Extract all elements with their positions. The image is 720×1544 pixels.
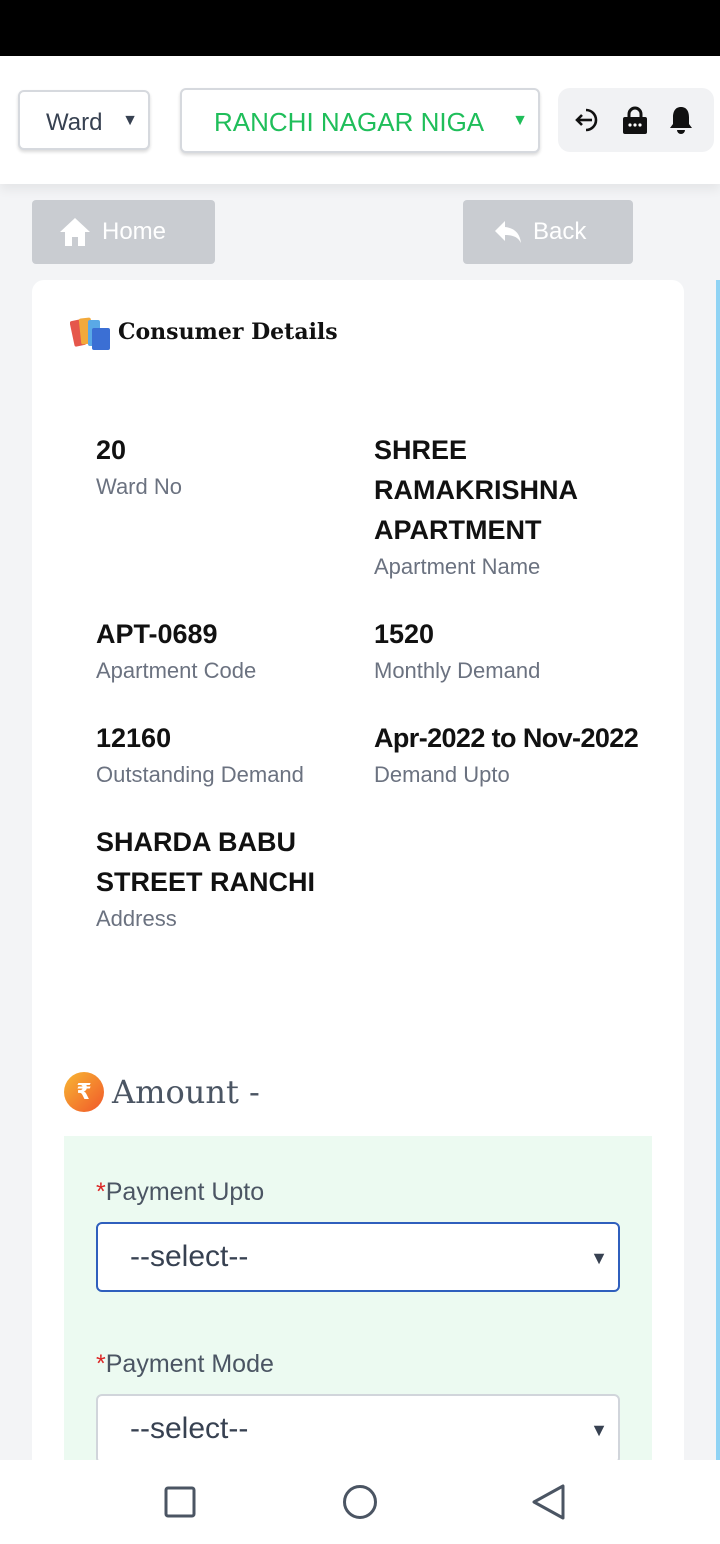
apartment-code-field: APT-0689 Apartment Code [96, 614, 366, 688]
apartment-code-label: Apartment Code [96, 658, 257, 683]
home-icon [60, 218, 90, 246]
payment-upto-label: *Payment Upto [96, 1178, 264, 1207]
home-button[interactable]: Home [32, 200, 215, 264]
ulb-select-value: RANCHI NAGAR NIGAM [214, 107, 486, 137]
books-icon [70, 317, 110, 350]
scrollbar[interactable] [716, 280, 720, 1460]
ward-select[interactable]: Ward ▼ [18, 90, 150, 150]
monthly-demand-field: 1520 Monthly Demand [374, 614, 664, 688]
required-mark: * [96, 1178, 106, 1206]
android-nav-bar [0, 1460, 720, 1544]
logout-icon[interactable] [566, 88, 612, 152]
ward-select-value: Ward [46, 109, 103, 136]
card-header: Consumer Details [70, 312, 338, 352]
amount-header: ₹ Amount - [64, 1072, 260, 1112]
chevron-down-icon: ▼ [512, 112, 528, 129]
monthly-demand-label: Monthly Demand [374, 658, 541, 683]
demand-upto-label: Demand Upto [374, 762, 510, 787]
back-button[interactable]: Back [463, 200, 633, 264]
lock-icon[interactable] [612, 88, 658, 152]
amount-title: Amount - [112, 1073, 260, 1111]
payment-upto-label-text: Payment Upto [105, 1178, 265, 1206]
address-label: Address [96, 906, 177, 931]
recents-icon[interactable] [158, 1480, 202, 1524]
top-bar: Ward ▼ RANCHI NAGAR NIGAM ▼ [0, 56, 720, 184]
home-nav-icon[interactable] [338, 1480, 382, 1524]
chevron-down-icon: ▼ [590, 1420, 608, 1440]
apartment-code-value: APT-0689 [96, 619, 218, 649]
home-button-label: Home [102, 218, 167, 245]
ward-no-value: 20 [96, 435, 127, 465]
demand-upto-field: Apr-2022 to Nov-2022 Demand Upto [374, 718, 674, 792]
outstanding-demand-label: Outstanding Demand [96, 762, 304, 787]
main-content: Home Back Consumer Details 20 Ward No SH… [0, 184, 720, 1460]
apartment-name-value: SHREE RAMAKRISHNA APARTMENT [374, 435, 577, 545]
payment-mode-value: --select-- [130, 1412, 249, 1445]
reply-arrow-icon [495, 221, 521, 243]
card-title: Consumer Details [118, 319, 338, 345]
payment-upto-value: --select-- [130, 1240, 249, 1273]
outstanding-demand-value: 12160 [96, 723, 172, 753]
header-actions [558, 88, 714, 152]
ulb-select[interactable]: RANCHI NAGAR NIGAM ▼ [180, 88, 540, 153]
ward-no-label: Ward No [96, 474, 182, 499]
payment-mode-select[interactable]: --select-- ▼ [96, 1394, 620, 1460]
outstanding-demand-field: 12160 Outstanding Demand [96, 718, 366, 792]
back-button-label: Back [533, 218, 587, 245]
apartment-name-label: Apartment Name [374, 554, 541, 579]
payment-mode-label: *Payment Mode [96, 1350, 274, 1379]
chevron-down-icon: ▼ [590, 1248, 608, 1268]
rupee-icon: ₹ [64, 1072, 104, 1112]
chevron-down-icon: ▼ [122, 112, 138, 129]
bell-icon[interactable] [658, 88, 704, 152]
address-field: SHARDA BABU STREET RANCHI Address [96, 822, 336, 936]
monthly-demand-value: 1520 [374, 619, 435, 649]
apartment-name-field: SHREE RAMAKRISHNA APARTMENT Apartment Na… [374, 430, 654, 584]
consumer-details-card: Consumer Details 20 Ward No SHREE RAMAKR… [32, 280, 684, 1460]
back-nav-icon[interactable] [526, 1480, 570, 1524]
payment-upto-select[interactable]: --select-- ▼ [96, 1222, 620, 1292]
address-value: SHARDA BABU STREET RANCHI [96, 827, 316, 897]
ward-no-field: 20 Ward No [96, 430, 356, 504]
payment-panel: *Payment Upto --select-- ▼ *Payment Mode… [64, 1136, 652, 1460]
status-bar [0, 0, 720, 56]
payment-mode-label-text: Payment Mode [105, 1350, 274, 1378]
demand-upto-value: Apr-2022 to Nov-2022 [374, 723, 639, 753]
required-mark: * [96, 1350, 106, 1378]
